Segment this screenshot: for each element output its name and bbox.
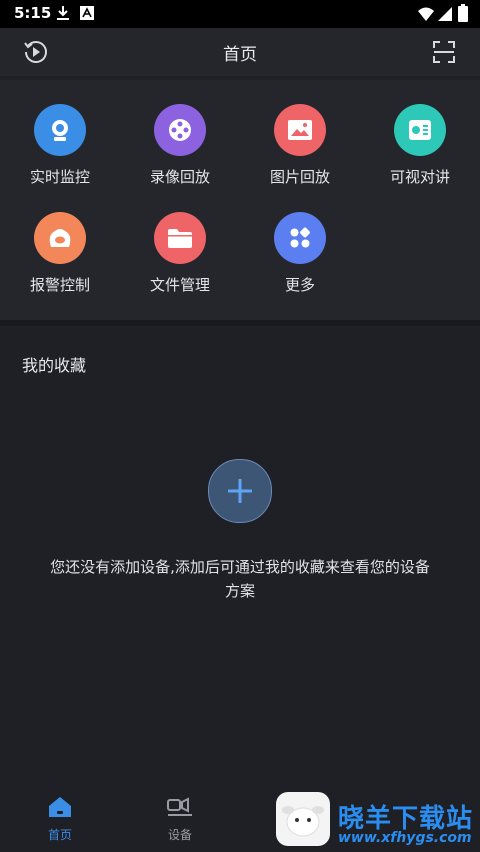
page-title: 首页 <box>223 45 257 65</box>
plus-icon <box>228 479 252 503</box>
func-record-playback[interactable]: 录像回放 <box>125 104 235 187</box>
func-label: 可视对讲 <box>389 168 450 186</box>
scan-icon <box>433 41 455 63</box>
alarm-icon <box>34 212 86 264</box>
empty-favorites-message: 您还没有添加设备,添加后可通过我的收藏来查看您的设备 方案 <box>30 555 450 603</box>
battery-icon <box>458 4 468 26</box>
intercom-icon <box>394 104 446 156</box>
add-device-button[interactable] <box>208 459 272 523</box>
sheep-logo-icon <box>276 792 330 846</box>
func-image-playback[interactable]: 图片回放 <box>245 104 355 187</box>
section-divider <box>0 320 480 326</box>
status-time: 5:15 <box>14 4 52 22</box>
apps-grid-icon <box>274 212 326 264</box>
download-icon <box>56 5 70 25</box>
tab-home[interactable]: 首页 <box>20 796 100 843</box>
tab-device[interactable]: 设备 <box>140 796 220 843</box>
wifi-icon <box>418 6 434 25</box>
watermark-url: www.xfhygs.com <box>338 830 472 846</box>
tab-home-label: 首页 <box>47 828 72 842</box>
tab-device-label: 设备 <box>167 828 192 842</box>
camera-icon <box>34 104 86 156</box>
func-label: 更多 <box>284 276 315 294</box>
empty-message-line-2: 方案 <box>224 582 255 600</box>
func-label: 图片回放 <box>269 168 330 186</box>
func-label: 文件管理 <box>149 276 210 294</box>
func-label: 报警控制 <box>29 276 90 294</box>
scan-button[interactable] <box>430 38 458 66</box>
func-more[interactable]: 更多 <box>245 212 355 295</box>
favorites-title: 我的收藏 <box>22 356 87 375</box>
top-app-bar: 首页 <box>0 28 480 76</box>
home-icon <box>49 797 71 817</box>
app-notification-icon <box>80 5 94 24</box>
func-live-monitor[interactable]: 实时监控 <box>5 104 115 187</box>
watermark: 晓羊下载站 www.xfhygs.com <box>272 790 480 852</box>
status-bar: 5:15 <box>0 0 480 28</box>
func-file-manager[interactable]: 文件管理 <box>125 212 235 295</box>
folder-icon <box>154 212 206 264</box>
func-label: 实时监控 <box>29 168 90 186</box>
func-label: 录像回放 <box>149 168 210 186</box>
film-reel-icon <box>154 104 206 156</box>
func-alarm-control[interactable]: 报警控制 <box>5 212 115 295</box>
signal-icon <box>438 6 452 25</box>
image-icon <box>274 104 326 156</box>
func-video-intercom[interactable]: 可视对讲 <box>365 104 475 187</box>
function-grid: 实时监控 录像回放 图片回放 可视对讲 报警控制 文件管理 更多 <box>0 80 480 320</box>
empty-message-line-1: 您还没有添加设备,添加后可通过我的收藏来查看您的设备 <box>50 558 430 576</box>
device-icon <box>167 797 192 816</box>
